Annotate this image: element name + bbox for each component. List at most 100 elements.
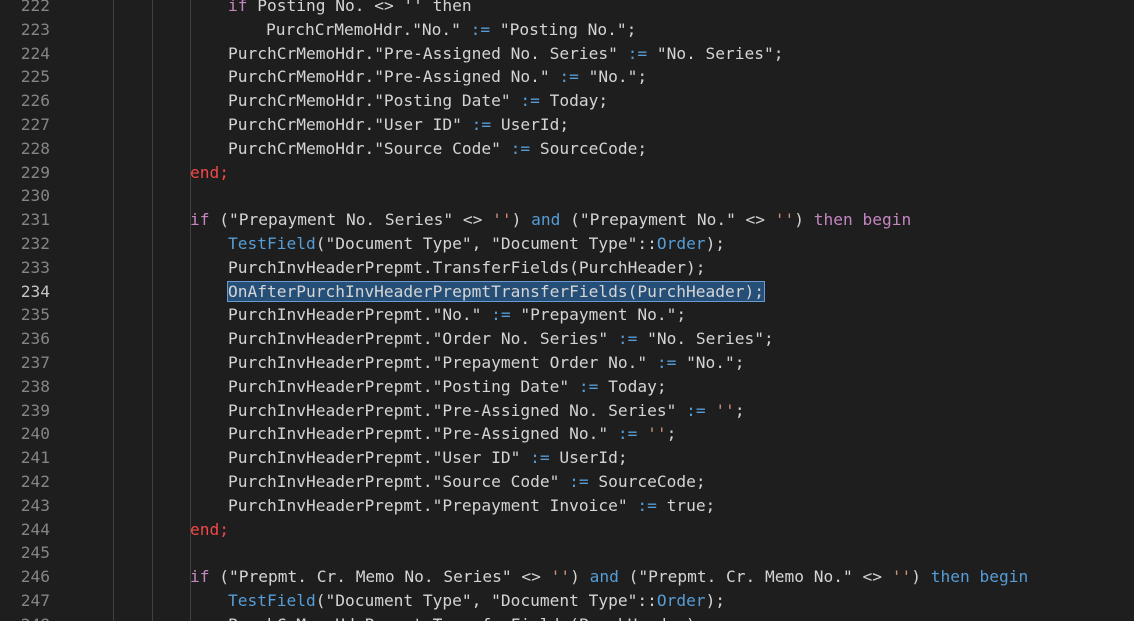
code-token: "Source Code"	[374, 138, 501, 158]
line-number: 226	[20, 91, 50, 111]
code-text[interactable]: PurchInvHeaderPrepmt."No." := "Prepaymen…	[228, 303, 686, 327]
line-number: 228	[20, 138, 50, 158]
code-token: if	[228, 0, 258, 15]
code-line[interactable]: 239 PurchInvHeaderPrepmt."Pre-Assigned No…	[0, 399, 1134, 423]
code-line[interactable]: 227 PurchCrMemoHdr."User ID" := UserId;	[0, 113, 1134, 137]
code-line[interactable]: 224 PurchCrMemoHdr."Pre-Assigned No. Seri…	[0, 42, 1134, 66]
line-number: 244	[20, 519, 50, 539]
code-text[interactable]: PurchInvHeaderPrepmt.TransferFields(Purc…	[228, 256, 706, 280]
code-token: :=	[647, 353, 687, 372]
code-token: PurchCrMemoHdr.	[228, 115, 375, 134]
code-text[interactable]: end;	[190, 518, 229, 542]
code-token: Today;	[608, 376, 667, 396]
code-text[interactable]: PurchInvHeaderPrepmt."Order No. Series" …	[228, 327, 774, 351]
code-token: :=	[608, 424, 648, 444]
code-token: ("Document Type", "Document Type"::	[315, 234, 657, 253]
code-text[interactable]: if ("Prepayment No. Series" <> '') and (…	[190, 208, 911, 232]
line-number: 242	[20, 472, 50, 491]
line-number: 233	[20, 257, 50, 277]
code-token: )	[570, 567, 590, 587]
code-line[interactable]: 244 end;	[0, 518, 1134, 542]
code-text[interactable]: PurchInvHeaderPrepmt."Source Code" := So…	[228, 470, 706, 494]
code-token: "No. Series";	[647, 329, 774, 349]
line-number: 224	[20, 43, 50, 63]
line-number: 231	[20, 210, 50, 230]
code-line[interactable]: 236 PurchInvHeaderPrepmt."Order No. Serie…	[0, 327, 1134, 351]
code-line[interactable]: 243 PurchInvHeaderPrepmt."Prepayment Invo…	[0, 494, 1134, 518]
selected-text[interactable]: OnAfterPurchInvHeaderPrepmtTransferField…	[226, 280, 766, 302]
code-token: UserId;	[559, 448, 628, 468]
code-token: SourceCode;	[539, 138, 648, 158]
code-line[interactable]: 247 TestField("Document Type", "Document …	[0, 589, 1134, 613]
code-token: :=	[460, 19, 500, 39]
code-line[interactable]: 222 if Posting No. <> '' then	[0, 0, 1134, 18]
code-line[interactable]: 248 PurchCrMemoHdrPrepmt.TransferFields(P…	[0, 613, 1134, 621]
code-token: then begin	[930, 567, 1029, 587]
code-token: true;	[666, 495, 716, 515]
code-line[interactable]: 231 if ("Prepayment No. Series" <> '') an…	[0, 208, 1134, 232]
code-text[interactable]: PurchInvHeaderPrepmt."Prepayment Invoice…	[228, 494, 715, 518]
code-text[interactable]: PurchCrMemoHdr."Posting Date" := Today;	[228, 89, 608, 113]
code-line[interactable]: 225 PurchCrMemoHdr."Pre-Assigned No." := …	[0, 65, 1134, 89]
code-text[interactable]: PurchInvHeaderPrepmt."Pre-Assigned No." …	[228, 422, 676, 446]
code-editor[interactable]: 222 if Posting No. <> '' then 223 PurchCrMe…	[0, 0, 1134, 621]
code-text[interactable]: PurchCrMemoHdr."Pre-Assigned No." := "No…	[228, 65, 647, 89]
code-line[interactable]: 226 PurchCrMemoHdr."Posting Date" := Toda…	[0, 89, 1134, 113]
code-text[interactable]: end;	[190, 161, 229, 185]
code-token: );	[705, 234, 726, 253]
code-text[interactable]: PurchCrMemoHdr."Pre-Assigned No. Series"…	[228, 42, 784, 66]
line-number: 222	[20, 0, 50, 15]
code-line[interactable]: 237 PurchInvHeaderPrepmt."Prepayment Orde…	[0, 351, 1134, 375]
code-line[interactable]: 241 PurchInvHeaderPrepmt."User ID" := Use…	[0, 446, 1134, 470]
code-line[interactable]: 228 PurchCrMemoHdr."Source Code" := Sourc…	[0, 137, 1134, 161]
code-token: ''	[550, 567, 571, 587]
code-token: )	[911, 567, 931, 587]
code-token: ''	[715, 400, 735, 420]
code-line[interactable]: 229 end;	[0, 161, 1134, 185]
code-line[interactable]: 245	[0, 541, 1134, 565]
code-line[interactable]: 232 TestField("Document Type", "Document …	[0, 232, 1134, 256]
code-token: "Posting Date"	[432, 376, 570, 396]
code-line[interactable]: 233 PurchInvHeaderPrepmt.TransferFields(P…	[0, 256, 1134, 280]
code-line[interactable]: 246 if ("Prepmt. Cr. Memo No. Series" <> …	[0, 565, 1134, 589]
line-number: 243	[20, 495, 50, 515]
code-text[interactable]: if ("Prepmt. Cr. Memo No. Series" <> '')…	[190, 565, 1028, 589]
code-token: :=	[627, 495, 667, 515]
code-text[interactable]: PurchInvHeaderPrepmt."Prepayment Order N…	[228, 351, 745, 375]
code-line[interactable]: 230	[0, 184, 1134, 208]
code-text[interactable]: PurchCrMemoHdrPrepmt.TransferFields(Purc…	[228, 613, 706, 621]
code-text[interactable]: TestField("Document Type", "Document Typ…	[228, 589, 725, 613]
code-line[interactable]: 242 PurchInvHeaderPrepmt."Source Code" :=…	[0, 470, 1134, 494]
code-token: :=	[510, 91, 550, 111]
code-text[interactable]: PurchInvHeaderPrepmt."User ID" := UserId…	[228, 446, 628, 470]
code-line[interactable]: 240 PurchInvHeaderPrepmt."Pre-Assigned No…	[0, 422, 1134, 446]
code-text[interactable]: if Posting No. <> '' then	[228, 0, 472, 18]
code-token: ("Document Type", "Document Type"::	[315, 591, 657, 610]
code-text[interactable]: PurchCrMemoHdr."User ID" := UserId;	[228, 113, 569, 137]
line-number: 229	[20, 162, 50, 182]
code-line[interactable]: 234 OnAfterPurchInvHeaderPrepmtTransferFi…	[0, 280, 1134, 304]
code-text[interactable]: TestField("Document Type", "Document Typ…	[228, 232, 725, 256]
code-token: :=	[608, 329, 648, 349]
code-token: ("Prepmt. Cr. Memo No. Series" <>	[219, 567, 551, 587]
code-line[interactable]: 235 PurchInvHeaderPrepmt."No." := "Prepay…	[0, 303, 1134, 327]
code-line[interactable]: 223 PurchCrMemoHdr."No." := "Posting No."…	[0, 18, 1134, 42]
line-number: 232	[20, 234, 50, 253]
code-text[interactable]: PurchCrMemoHdr."Source Code" := SourceCo…	[228, 137, 647, 161]
code-token: :=	[569, 376, 609, 396]
code-token: PurchInvHeaderPrepmt.	[228, 329, 433, 349]
code-token: ;	[666, 424, 677, 444]
code-text[interactable]: PurchInvHeaderPrepmt."Posting Date" := T…	[228, 375, 667, 399]
code-token: Posting No. <> '' then	[257, 0, 472, 15]
code-token: end;	[190, 519, 229, 539]
code-token: if	[190, 567, 220, 587]
code-line[interactable]: 238 PurchInvHeaderPrepmt."Posting Date" :…	[0, 375, 1134, 399]
code-token: "Posting Date"	[374, 91, 511, 111]
code-text[interactable]: OnAfterPurchInvHeaderPrepmtTransferField…	[226, 280, 766, 304]
code-token: ''	[647, 424, 667, 444]
code-text[interactable]: PurchInvHeaderPrepmt."Pre-Assigned No. S…	[228, 399, 745, 423]
code-token: "Pre-Assigned No. Series"	[432, 400, 677, 420]
code-token: :=	[549, 67, 589, 87]
code-text[interactable]: PurchCrMemoHdr."No." := "Posting No.";	[266, 18, 636, 42]
code-token: TestField	[228, 591, 316, 610]
